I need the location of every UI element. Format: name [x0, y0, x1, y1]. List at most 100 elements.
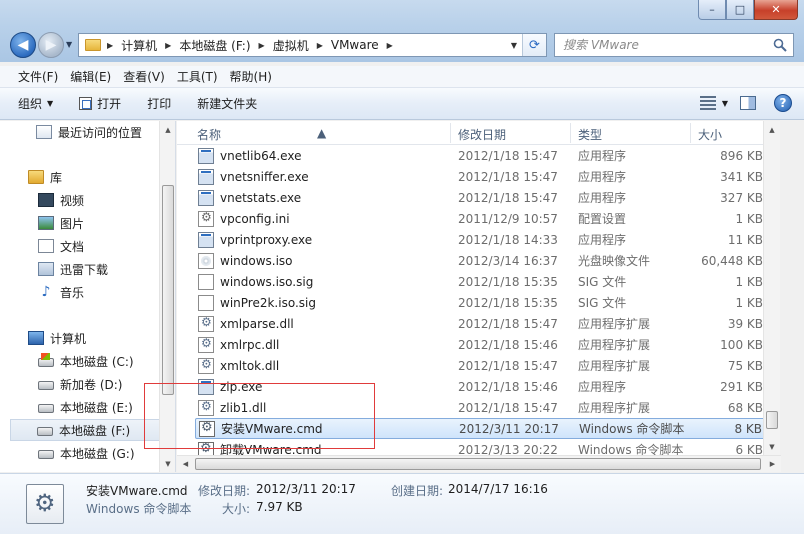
picture-icon	[38, 216, 54, 230]
help-icon[interactable]: ?	[774, 94, 792, 112]
nav-computer[interactable]: 计算机	[28, 327, 86, 349]
forward-button[interactable]: ▶	[38, 32, 64, 58]
file-scroll-thumb[interactable]	[766, 411, 778, 429]
chevron-right-icon[interactable]: ▶	[387, 41, 393, 50]
toolbar-right: ▼ ?	[699, 94, 792, 112]
blank-file-icon	[198, 294, 214, 311]
nav-recent-places[interactable]: 最近访问的位置	[36, 121, 142, 143]
new-folder-button[interactable]: 新建文件夹	[197, 95, 257, 112]
menu-view[interactable]: 查看(V)	[117, 68, 171, 85]
file-row[interactable]: vnetlib64.exe 2012/1/18 15:47 应用程序 896 KB	[195, 145, 769, 166]
nav-label: 库	[50, 170, 63, 185]
nav-drive-f[interactable]: 本地磁盘 (F:)	[10, 419, 160, 441]
file-row[interactable]: windows.iso.sig 2012/1/18 15:35 SIG 文件 1 KB	[195, 271, 769, 292]
column-size[interactable]: 大小	[698, 126, 722, 143]
file-row[interactable]: vnetsniffer.exe 2012/1/18 15:47 应用程序 341 KB	[195, 166, 769, 187]
nav-scrollbar[interactable]: ▲ ▼	[159, 121, 175, 472]
breadcrumb-computer[interactable]: 计算机	[121, 37, 157, 54]
scroll-right-icon[interactable]: ▶	[764, 456, 781, 472]
scroll-down-icon[interactable]: ▼	[160, 455, 175, 472]
nav-pictures[interactable]: 图片	[38, 212, 84, 234]
recent-pages-dropdown[interactable]: ▼	[66, 40, 72, 49]
file-type: 应用程序	[578, 170, 627, 184]
nav-drive-e[interactable]: 本地磁盘 (E:)	[38, 396, 133, 418]
system-drive-icon	[38, 353, 54, 367]
file-list-scrollbar[interactable]: ▲ ▼	[763, 121, 780, 455]
scroll-up-icon[interactable]: ▲	[764, 121, 780, 138]
file-name-cell: vnetsniffer.exe	[198, 168, 309, 185]
address-bar[interactable]: ▶ 计算机 ▶ 本地磁盘 (F:) ▶ 虚拟机 ▶ VMware ▶ ▼ ⟳	[78, 33, 547, 57]
nav-drive-d[interactable]: 新加卷 (D:)	[38, 373, 122, 395]
print-button[interactable]: 打印	[147, 95, 171, 112]
open-button[interactable]: 打开	[79, 95, 121, 112]
nav-scroll-thumb[interactable]	[162, 185, 174, 395]
nav-label: 本地磁盘 (F:)	[59, 423, 131, 438]
details-size-label: 大小:	[222, 502, 251, 516]
nav-xunlei-downloads[interactable]: 迅雷下载	[38, 258, 108, 280]
scroll-left-icon[interactable]: ◀	[177, 456, 194, 472]
details-created-label: 创建日期:	[391, 484, 444, 498]
file-row[interactable]: zip.exe 2012/1/18 15:46 应用程序 291 KB	[195, 376, 769, 397]
search-input[interactable]	[555, 38, 765, 52]
file-row[interactable]: xmlrpc.dll 2012/1/18 15:46 应用程序扩展 100 KB	[195, 334, 769, 355]
menu-file[interactable]: 文件(F)	[12, 68, 64, 85]
file-size: 1 KB	[735, 295, 763, 310]
close-button[interactable]: ✕	[754, 0, 798, 20]
menu-edit[interactable]: 编辑(E)	[64, 68, 117, 85]
menu-help[interactable]: 帮助(H)	[224, 68, 278, 85]
scroll-down-icon[interactable]: ▼	[764, 438, 780, 455]
chevron-down-icon[interactable]: ▼	[722, 99, 728, 108]
file-row[interactable]: zlib1.dll 2012/1/18 15:47 应用程序扩展 68 KB	[195, 397, 769, 418]
file-row[interactable]: 安装VMware.cmd 2012/3/11 20:17 Windows 命令脚本 8…	[195, 418, 769, 439]
file-row[interactable]: xmltok.dll 2012/1/18 15:47 应用程序扩展 75 KB	[195, 355, 769, 376]
file-name: zip.exe	[220, 379, 263, 394]
scroll-up-icon[interactable]: ▲	[160, 121, 175, 138]
breadcrumb-vm[interactable]: 虚拟机	[273, 37, 309, 54]
file-date: 2012/3/14 16:37	[458, 253, 558, 268]
search-icon[interactable]	[773, 38, 787, 52]
breadcrumb-vmware[interactable]: VMware	[331, 38, 379, 52]
nav-label: 视频	[60, 193, 85, 208]
organize-button[interactable]: 组织 ▼	[18, 95, 53, 112]
menu-tools[interactable]: 工具(T)	[171, 68, 224, 85]
file-date: 2012/1/18 15:35	[458, 274, 558, 289]
view-options-icon[interactable]	[699, 96, 716, 110]
file-size: 11 KB	[727, 232, 763, 247]
file-name: windows.iso	[220, 253, 293, 268]
nav-drive-g[interactable]: 本地磁盘 (G:)	[38, 442, 135, 464]
maximize-button[interactable]: □	[726, 0, 754, 20]
column-date-modified[interactable]: 修改日期	[458, 126, 506, 143]
nav-documents[interactable]: 文档	[38, 235, 84, 257]
column-name[interactable]: 名称	[197, 126, 221, 143]
nav-libraries[interactable]: 库	[28, 166, 62, 188]
file-row[interactable]: windows.iso 2012/3/14 16:37 光盘映像文件 60,448 K…	[195, 250, 769, 271]
chevron-right-icon[interactable]: ▶	[259, 41, 265, 50]
refresh-button[interactable]: ⟳	[522, 34, 546, 56]
chevron-right-icon[interactable]: ▶	[107, 41, 113, 50]
refresh-icon: ⟳	[529, 37, 540, 53]
file-type: 应用程序	[578, 380, 627, 394]
back-button[interactable]: ◀	[10, 32, 36, 58]
nav-drive-c[interactable]: 本地磁盘 (C:)	[38, 350, 134, 372]
breadcrumb-drive-f[interactable]: 本地磁盘 (F:)	[179, 37, 250, 54]
organize-label: 组织	[18, 97, 43, 111]
nav-videos[interactable]: 视频	[38, 189, 84, 211]
file-row[interactable]: vnetstats.exe 2012/1/18 15:47 应用程序 327 KB	[195, 187, 769, 208]
chevron-right-icon[interactable]: ▶	[317, 41, 323, 50]
minimize-button[interactable]: –	[698, 0, 726, 20]
file-row[interactable]: xmlparse.dll 2012/1/18 15:47 应用程序扩展 39 KB	[195, 313, 769, 334]
file-row[interactable]: winPre2k.iso.sig 2012/1/18 15:35 SIG 文件 1 K…	[195, 292, 769, 313]
chevron-right-icon[interactable]: ▶	[165, 41, 171, 50]
column-type[interactable]: 类型	[578, 126, 602, 143]
file-date: 2012/1/18 15:46	[458, 337, 558, 352]
horizontal-scrollbar[interactable]: ◀ ▶	[177, 455, 781, 472]
file-row[interactable]: vprintproxy.exe 2012/1/18 14:33 应用程序 11 KB	[195, 229, 769, 250]
nav-music[interactable]: ♪ 音乐	[38, 281, 84, 303]
file-row[interactable]: vpconfig.ini 2011/12/9 10:57 配置设置 1 KB	[195, 208, 769, 229]
exe-file-icon	[198, 147, 214, 164]
file-size: 341 KB	[720, 169, 763, 184]
preview-pane-icon[interactable]	[740, 96, 756, 110]
exe-file-icon	[198, 378, 214, 395]
horizontal-scroll-thumb[interactable]	[195, 458, 761, 470]
address-dropdown-button[interactable]: ▼	[506, 41, 522, 50]
